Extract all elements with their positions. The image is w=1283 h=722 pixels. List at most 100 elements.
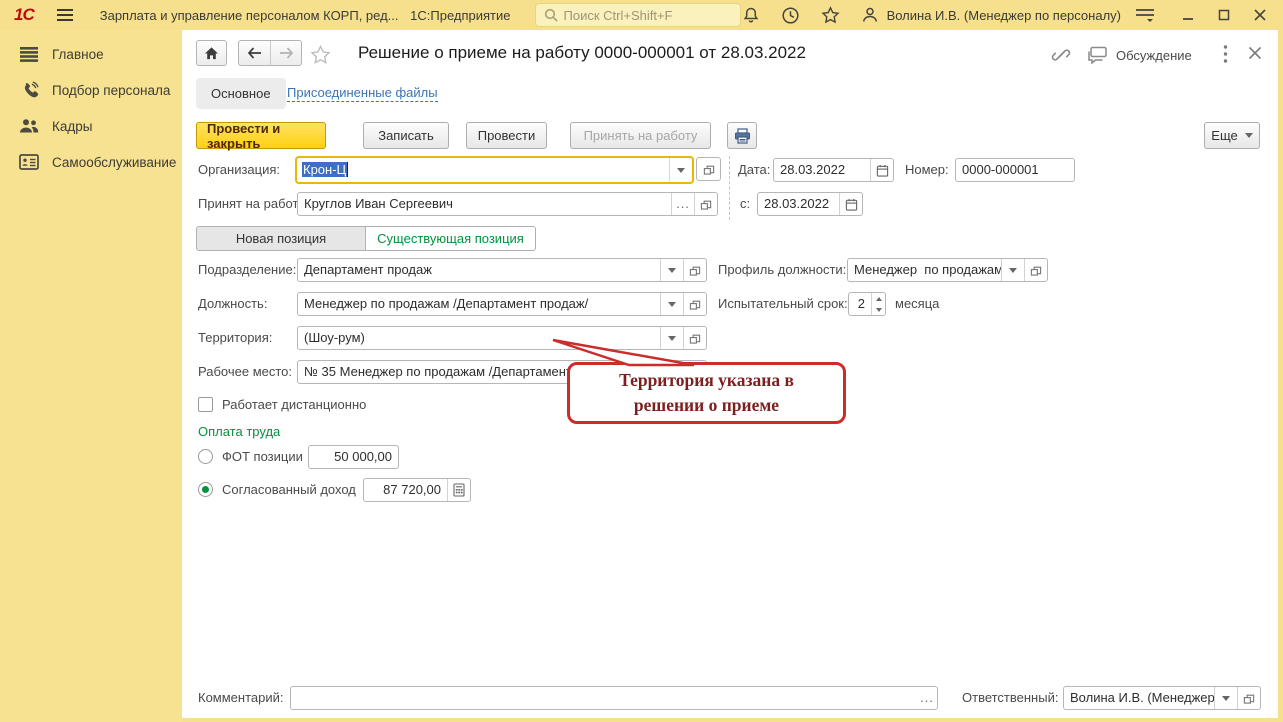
probation-suffix: месяца: [895, 296, 940, 311]
employee-open-button[interactable]: [694, 193, 717, 215]
app-title: Зарплата и управление персоналом КОРП, р…: [99, 7, 511, 23]
maximize-button[interactable]: [1211, 4, 1237, 26]
hire-button[interactable]: Принять на работу: [570, 122, 711, 149]
spin-up-icon[interactable]: [872, 293, 885, 304]
position-open-button[interactable]: [683, 293, 706, 315]
fot-amount-field[interactable]: 50 000,00: [308, 445, 399, 469]
responsible-open-button[interactable]: [1237, 687, 1260, 709]
close-document-icon[interactable]: [1248, 46, 1262, 60]
comment-expand-button[interactable]: ...: [917, 687, 937, 709]
remote-label: Работает дистанционно: [222, 397, 367, 412]
search-icon: [544, 8, 558, 22]
logo-1c: 1С: [14, 5, 35, 24]
tab-attached-files[interactable]: Присоединенные файлы: [287, 85, 438, 102]
sidebar-item-hr[interactable]: Кадры: [0, 108, 182, 144]
organization-field[interactable]: Крон-Ц: [295, 156, 694, 184]
back-button[interactable]: [239, 41, 270, 65]
favorites-star-icon[interactable]: [821, 5, 841, 25]
chevron-down-icon: [677, 167, 685, 173]
post-button[interactable]: Провести: [466, 122, 547, 149]
toggle-existing-position[interactable]: Существующая позиция: [366, 226, 536, 251]
forward-button[interactable]: [270, 41, 301, 65]
history-icon[interactable]: [781, 5, 801, 25]
open-icon: [689, 266, 701, 276]
post-and-close-button[interactable]: Провести и закрыть: [196, 121, 326, 151]
badge-card-icon: [18, 154, 40, 170]
chevron-down-icon: [1009, 267, 1017, 273]
open-icon: [689, 334, 701, 344]
sidebar-item-main[interactable]: Главное: [0, 36, 182, 72]
save-button[interactable]: Записать: [363, 122, 449, 149]
department-dropdown-button[interactable]: [660, 259, 683, 281]
position-dropdown-button[interactable]: [660, 293, 683, 315]
home-button[interactable]: [196, 40, 227, 66]
current-user[interactable]: Волина И.В. (Менеджер по персоналу): [861, 6, 1121, 24]
user-name: Волина И.В. (Менеджер по персоналу): [886, 7, 1121, 23]
date-field[interactable]: 28.03.2022: [773, 158, 894, 182]
territory-dropdown-button[interactable]: [660, 327, 683, 349]
tab-main[interactable]: Основное: [196, 78, 286, 109]
home-icon: [204, 47, 219, 60]
position-field[interactable]: Менеджер по продажам /Департамент продаж…: [297, 292, 707, 316]
forward-arrow-icon: [279, 47, 293, 59]
calendar-icon[interactable]: [839, 193, 862, 215]
calendar-icon[interactable]: [870, 159, 893, 181]
sidebar-item-self-service[interactable]: Самообслуживание: [0, 144, 182, 180]
probation-spinner[interactable]: [871, 293, 885, 315]
calculator-icon[interactable]: [447, 479, 470, 501]
department-field[interactable]: Департамент продаж: [297, 258, 707, 282]
territory-open-button[interactable]: [683, 327, 706, 349]
responsible-field[interactable]: Волина И.В. (Менеджер п: [1063, 686, 1261, 710]
territory-field[interactable]: (Шоу-рум): [297, 326, 707, 350]
toggle-new-position[interactable]: Новая позиция: [196, 226, 366, 251]
print-button[interactable]: [727, 122, 757, 149]
organization-label: Организация:: [198, 162, 281, 177]
probation-field[interactable]: 2: [848, 292, 886, 316]
app-window: 1С Зарплата и управление персоналом КОРП…: [0, 0, 1283, 722]
comment-label: Комментарий:: [198, 690, 284, 705]
agreed-income-radio[interactable]: [198, 482, 213, 497]
close-window-button[interactable]: [1247, 4, 1273, 26]
minimize-button[interactable]: [1175, 4, 1201, 26]
profile-open-button[interactable]: [1024, 259, 1047, 281]
discussion-button[interactable]: Обсуждение: [1087, 46, 1192, 64]
organization-open-button[interactable]: [696, 157, 721, 181]
notifications-bell-icon[interactable]: [741, 5, 761, 25]
phone-icon: [18, 80, 40, 100]
favorite-star-icon[interactable]: [310, 45, 331, 65]
printer-icon: [734, 127, 750, 144]
open-icon: [1243, 694, 1255, 704]
more-menu-icon[interactable]: [1223, 44, 1228, 64]
open-icon: [689, 300, 701, 310]
employee-choose-button[interactable]: ...: [671, 193, 694, 215]
global-search-input[interactable]: Поиск Ctrl+Shift+F: [534, 3, 741, 27]
comment-field[interactable]: ...: [290, 686, 938, 710]
sidebar-item-recruitment[interactable]: Подбор персонала: [0, 72, 182, 108]
discussion-icon: [1088, 46, 1107, 64]
chevron-down-icon: [1222, 695, 1230, 701]
responsible-dropdown-button[interactable]: [1214, 687, 1237, 709]
chevron-down-icon: [668, 301, 676, 307]
remote-checkbox[interactable]: [198, 397, 213, 412]
annotation-callout: Территория указана в решении о приеме: [567, 362, 846, 424]
department-open-button[interactable]: [683, 259, 706, 281]
position-toggle: Новая позиция Существующая позиция: [196, 226, 536, 251]
organization-dropdown-button[interactable]: [669, 158, 692, 182]
employee-field[interactable]: Круглов Иван Сергеевич ...: [297, 192, 718, 216]
more-actions-button[interactable]: Еще: [1204, 122, 1260, 149]
from-date-field[interactable]: 28.03.2022: [757, 192, 863, 216]
main-menu-icon[interactable]: [56, 8, 74, 22]
employee-label: Принят на работу:: [198, 196, 309, 211]
discussion-label: Обсуждение: [1116, 47, 1192, 63]
service-menu-icon[interactable]: [1135, 5, 1155, 25]
copy-link-icon[interactable]: [1051, 46, 1071, 64]
territory-label: Территория:: [198, 330, 273, 345]
agreed-income-field[interactable]: 87 720,00: [363, 478, 471, 502]
profile-field[interactable]: Менеджер по продажам: [847, 258, 1048, 282]
annotation-text: Территория указана в решении о приеме: [619, 370, 794, 415]
profile-dropdown-button[interactable]: [1001, 259, 1024, 281]
number-field[interactable]: 0000-000001: [955, 158, 1075, 182]
fot-radio[interactable]: [198, 449, 213, 464]
chevron-down-icon: [668, 267, 676, 273]
spin-down-icon[interactable]: [872, 304, 885, 315]
